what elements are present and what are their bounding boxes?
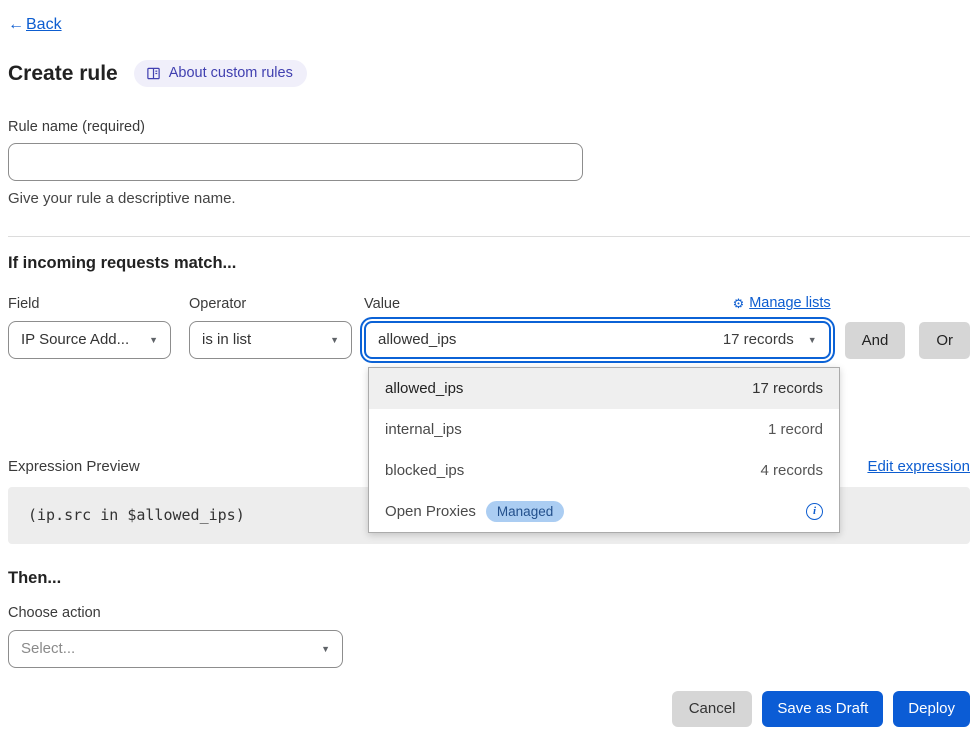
chevron-down-icon: ▼ bbox=[808, 335, 817, 345]
operator-select[interactable]: is in list ▼ bbox=[189, 321, 352, 359]
action-select[interactable]: Select... ▼ bbox=[8, 630, 343, 668]
about-custom-rules-label: About custom rules bbox=[169, 65, 293, 81]
field-label: Field bbox=[8, 296, 171, 312]
dropdown-item-blocked-ips[interactable]: blocked_ips 4 records bbox=[369, 450, 839, 491]
expression-code: (ip.src in $allowed_ips) bbox=[28, 506, 245, 524]
list-record-count: 4 records bbox=[761, 462, 824, 479]
chevron-down-icon: ▼ bbox=[149, 335, 158, 345]
list-record-count: 1 record bbox=[768, 421, 823, 438]
info-icon[interactable]: i bbox=[806, 503, 823, 520]
match-row: Field IP Source Add... ▼ Operator is in … bbox=[8, 295, 970, 359]
field-select-value: IP Source Add... bbox=[21, 331, 129, 348]
chevron-down-icon: ▼ bbox=[330, 335, 339, 345]
chevron-down-icon: ▼ bbox=[321, 644, 330, 654]
manage-lists-label: Manage lists bbox=[749, 295, 830, 311]
expression-preview-label: Expression Preview bbox=[8, 458, 140, 475]
value-dropdown-panel: allowed_ips 17 records internal_ips 1 re… bbox=[368, 367, 840, 533]
deploy-button[interactable]: Deploy bbox=[893, 691, 970, 727]
back-link[interactable]: Back bbox=[26, 16, 62, 33]
match-section: If incoming requests match... Field IP S… bbox=[8, 254, 970, 359]
create-rule-page: ←Back Create rule About custom rules Rul… bbox=[0, 0, 979, 727]
rule-name-section: Rule name (required) Give your rule a de… bbox=[8, 119, 970, 207]
back-row: ←Back bbox=[8, 16, 970, 34]
gear-icon: ⚙ bbox=[733, 297, 745, 310]
dropdown-item-internal-ips[interactable]: internal_ips 1 record bbox=[369, 409, 839, 450]
value-label: Value bbox=[364, 296, 400, 312]
choose-action-label: Choose action bbox=[8, 605, 970, 621]
edit-expression-link[interactable]: Edit expression bbox=[867, 458, 970, 475]
dropdown-item-allowed-ips[interactable]: allowed_ips 17 records bbox=[369, 368, 839, 409]
rule-name-label: Rule name (required) bbox=[8, 119, 970, 135]
footer-actions: Cancel Save as Draft Deploy bbox=[8, 691, 970, 727]
rule-name-input[interactable] bbox=[8, 143, 583, 181]
list-name-wrap: Open Proxies Managed bbox=[385, 501, 564, 522]
list-name: internal_ips bbox=[385, 421, 462, 438]
list-name: allowed_ips bbox=[385, 380, 463, 397]
match-heading: If incoming requests match... bbox=[8, 254, 970, 273]
then-section: Then... Choose action Select... ▼ bbox=[8, 569, 970, 668]
operator-label: Operator bbox=[189, 296, 352, 312]
operator-column: Operator is in list ▼ bbox=[189, 296, 352, 359]
field-select[interactable]: IP Source Add... ▼ bbox=[8, 321, 171, 359]
or-button[interactable]: Or bbox=[919, 322, 970, 359]
list-name: blocked_ips bbox=[385, 462, 464, 479]
managed-badge: Managed bbox=[486, 501, 564, 522]
save-as-draft-button[interactable]: Save as Draft bbox=[762, 691, 883, 727]
dropdown-item-open-proxies[interactable]: Open Proxies Managed i bbox=[369, 491, 839, 532]
operator-select-value: is in list bbox=[202, 331, 251, 348]
manage-lists-link[interactable]: ⚙ Manage lists bbox=[733, 295, 831, 311]
value-select[interactable]: allowed_ips 17 records ▼ allowed_ips 17 … bbox=[364, 321, 831, 359]
rule-name-helper: Give your rule a descriptive name. bbox=[8, 190, 970, 207]
cancel-button[interactable]: Cancel bbox=[672, 691, 753, 727]
list-name: Open Proxies bbox=[385, 503, 476, 520]
field-column: Field IP Source Add... ▼ bbox=[8, 296, 171, 359]
back-arrow-icon: ← bbox=[8, 16, 24, 33]
value-select-meta: 17 records bbox=[723, 331, 794, 348]
action-select-placeholder: Select... bbox=[21, 640, 75, 657]
about-custom-rules-link[interactable]: About custom rules bbox=[134, 60, 307, 87]
value-column: Value ⚙ Manage lists allowed_ips 17 reco… bbox=[364, 295, 831, 359]
and-button[interactable]: And bbox=[845, 322, 906, 359]
list-record-count: 17 records bbox=[752, 380, 823, 397]
title-row: Create rule About custom rules bbox=[8, 60, 970, 87]
book-icon bbox=[146, 66, 161, 81]
value-select-value: allowed_ips bbox=[378, 331, 456, 348]
then-heading: Then... bbox=[8, 569, 970, 588]
page-title: Create rule bbox=[8, 62, 118, 86]
section-divider bbox=[8, 236, 970, 237]
value-label-row: Value ⚙ Manage lists bbox=[364, 295, 831, 312]
